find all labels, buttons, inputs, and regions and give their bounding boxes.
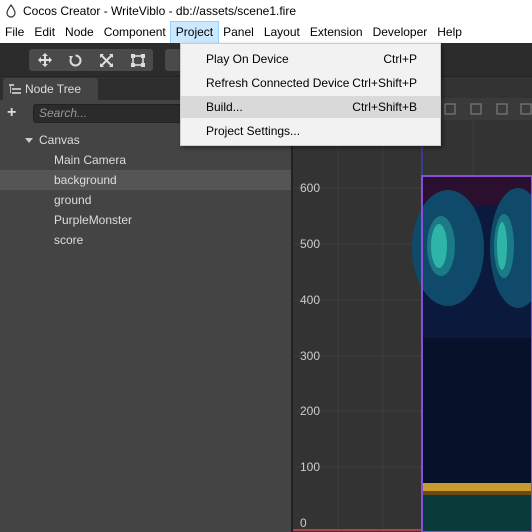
y-axis-label: 200	[300, 404, 321, 418]
y-axis-label: 400	[300, 293, 321, 307]
tree-icon	[9, 84, 21, 94]
menu-edit[interactable]: Edit	[29, 22, 60, 43]
node-tree-panel: Node Tree + Search... Canvas Main Camera…	[0, 78, 291, 532]
menu-item-refresh-connected-device[interactable]: Refresh Connected Device Ctrl+Shift+P	[181, 72, 440, 94]
y-axis-label: 300	[300, 349, 321, 363]
project-menu-dropdown: Play On Device Ctrl+P Refresh Connected …	[180, 43, 441, 146]
menu-item-play-on-device[interactable]: Play On Device Ctrl+P	[181, 48, 440, 70]
rotate-icon	[69, 54, 82, 66]
menu-item-build[interactable]: Build... Ctrl+Shift+B	[181, 96, 440, 118]
menu-item-shortcut: Ctrl+P	[383, 52, 417, 66]
menu-item-shortcut: Ctrl+Shift+B	[352, 100, 417, 114]
scale-tool-button[interactable]	[91, 49, 122, 71]
menu-component[interactable]: Component	[99, 22, 171, 43]
y-axis-label: 0	[300, 516, 307, 530]
menu-panel[interactable]: Panel	[218, 22, 259, 43]
tree-node-label: Canvas	[39, 133, 80, 147]
menu-item-label: Refresh Connected Device	[206, 76, 350, 90]
menu-developer[interactable]: Developer	[368, 22, 433, 43]
scene-canvas	[293, 78, 532, 532]
menu-project[interactable]: Project	[169, 21, 220, 44]
tree-node-ground[interactable]: ground	[0, 190, 291, 210]
scene-view[interactable]: 600 500 400 300 200 100 0	[293, 78, 532, 532]
menu-item-label: Play On Device	[206, 52, 289, 66]
y-axis-label: 100	[300, 460, 321, 474]
node-tree: Canvas Main Camera background ground Pur…	[0, 130, 291, 250]
menu-node[interactable]: Node	[60, 22, 99, 43]
menu-item-project-settings[interactable]: Project Settings...	[181, 120, 440, 142]
move-tool-button[interactable]	[29, 49, 60, 71]
title-bar: Cocos Creator - WriteViblo - db://assets…	[0, 0, 532, 22]
y-axis-label: 600	[300, 181, 321, 195]
menu-layout[interactable]: Layout	[259, 22, 305, 43]
tab-node-tree-label: Node Tree	[25, 82, 82, 96]
rect-icon	[130, 53, 145, 67]
add-node-icon[interactable]: +	[7, 105, 25, 121]
y-axis-label: 500	[300, 237, 321, 251]
menu-item-label: Build...	[206, 100, 243, 114]
rotate-tool-button[interactable]	[60, 49, 91, 71]
menu-item-shortcut: Ctrl+Shift+P	[352, 76, 417, 90]
window-title: Cocos Creator - WriteViblo - db://assets…	[23, 4, 296, 18]
move-icon	[37, 53, 52, 67]
menu-bar: File Edit Node Component Project Panel L…	[0, 21, 532, 44]
tab-node-tree[interactable]: Node Tree	[3, 78, 98, 100]
tree-node-purple-monster[interactable]: PurpleMonster	[0, 210, 291, 230]
game-background	[412, 176, 532, 532]
rect-tool-button[interactable]	[122, 49, 153, 71]
scale-icon	[100, 53, 113, 67]
tree-node-score[interactable]: score	[0, 230, 291, 250]
menu-help[interactable]: Help	[432, 22, 467, 43]
tree-node-main-camera[interactable]: Main Camera	[0, 150, 291, 170]
menu-item-label: Project Settings...	[206, 124, 301, 138]
expand-arrow-icon[interactable]	[25, 138, 33, 144]
menu-file[interactable]: File	[0, 22, 29, 43]
tree-node-background[interactable]: background	[0, 170, 291, 190]
menu-extension[interactable]: Extension	[305, 22, 368, 43]
cocos-logo-icon	[6, 4, 16, 18]
transform-tool-group	[29, 49, 153, 71]
